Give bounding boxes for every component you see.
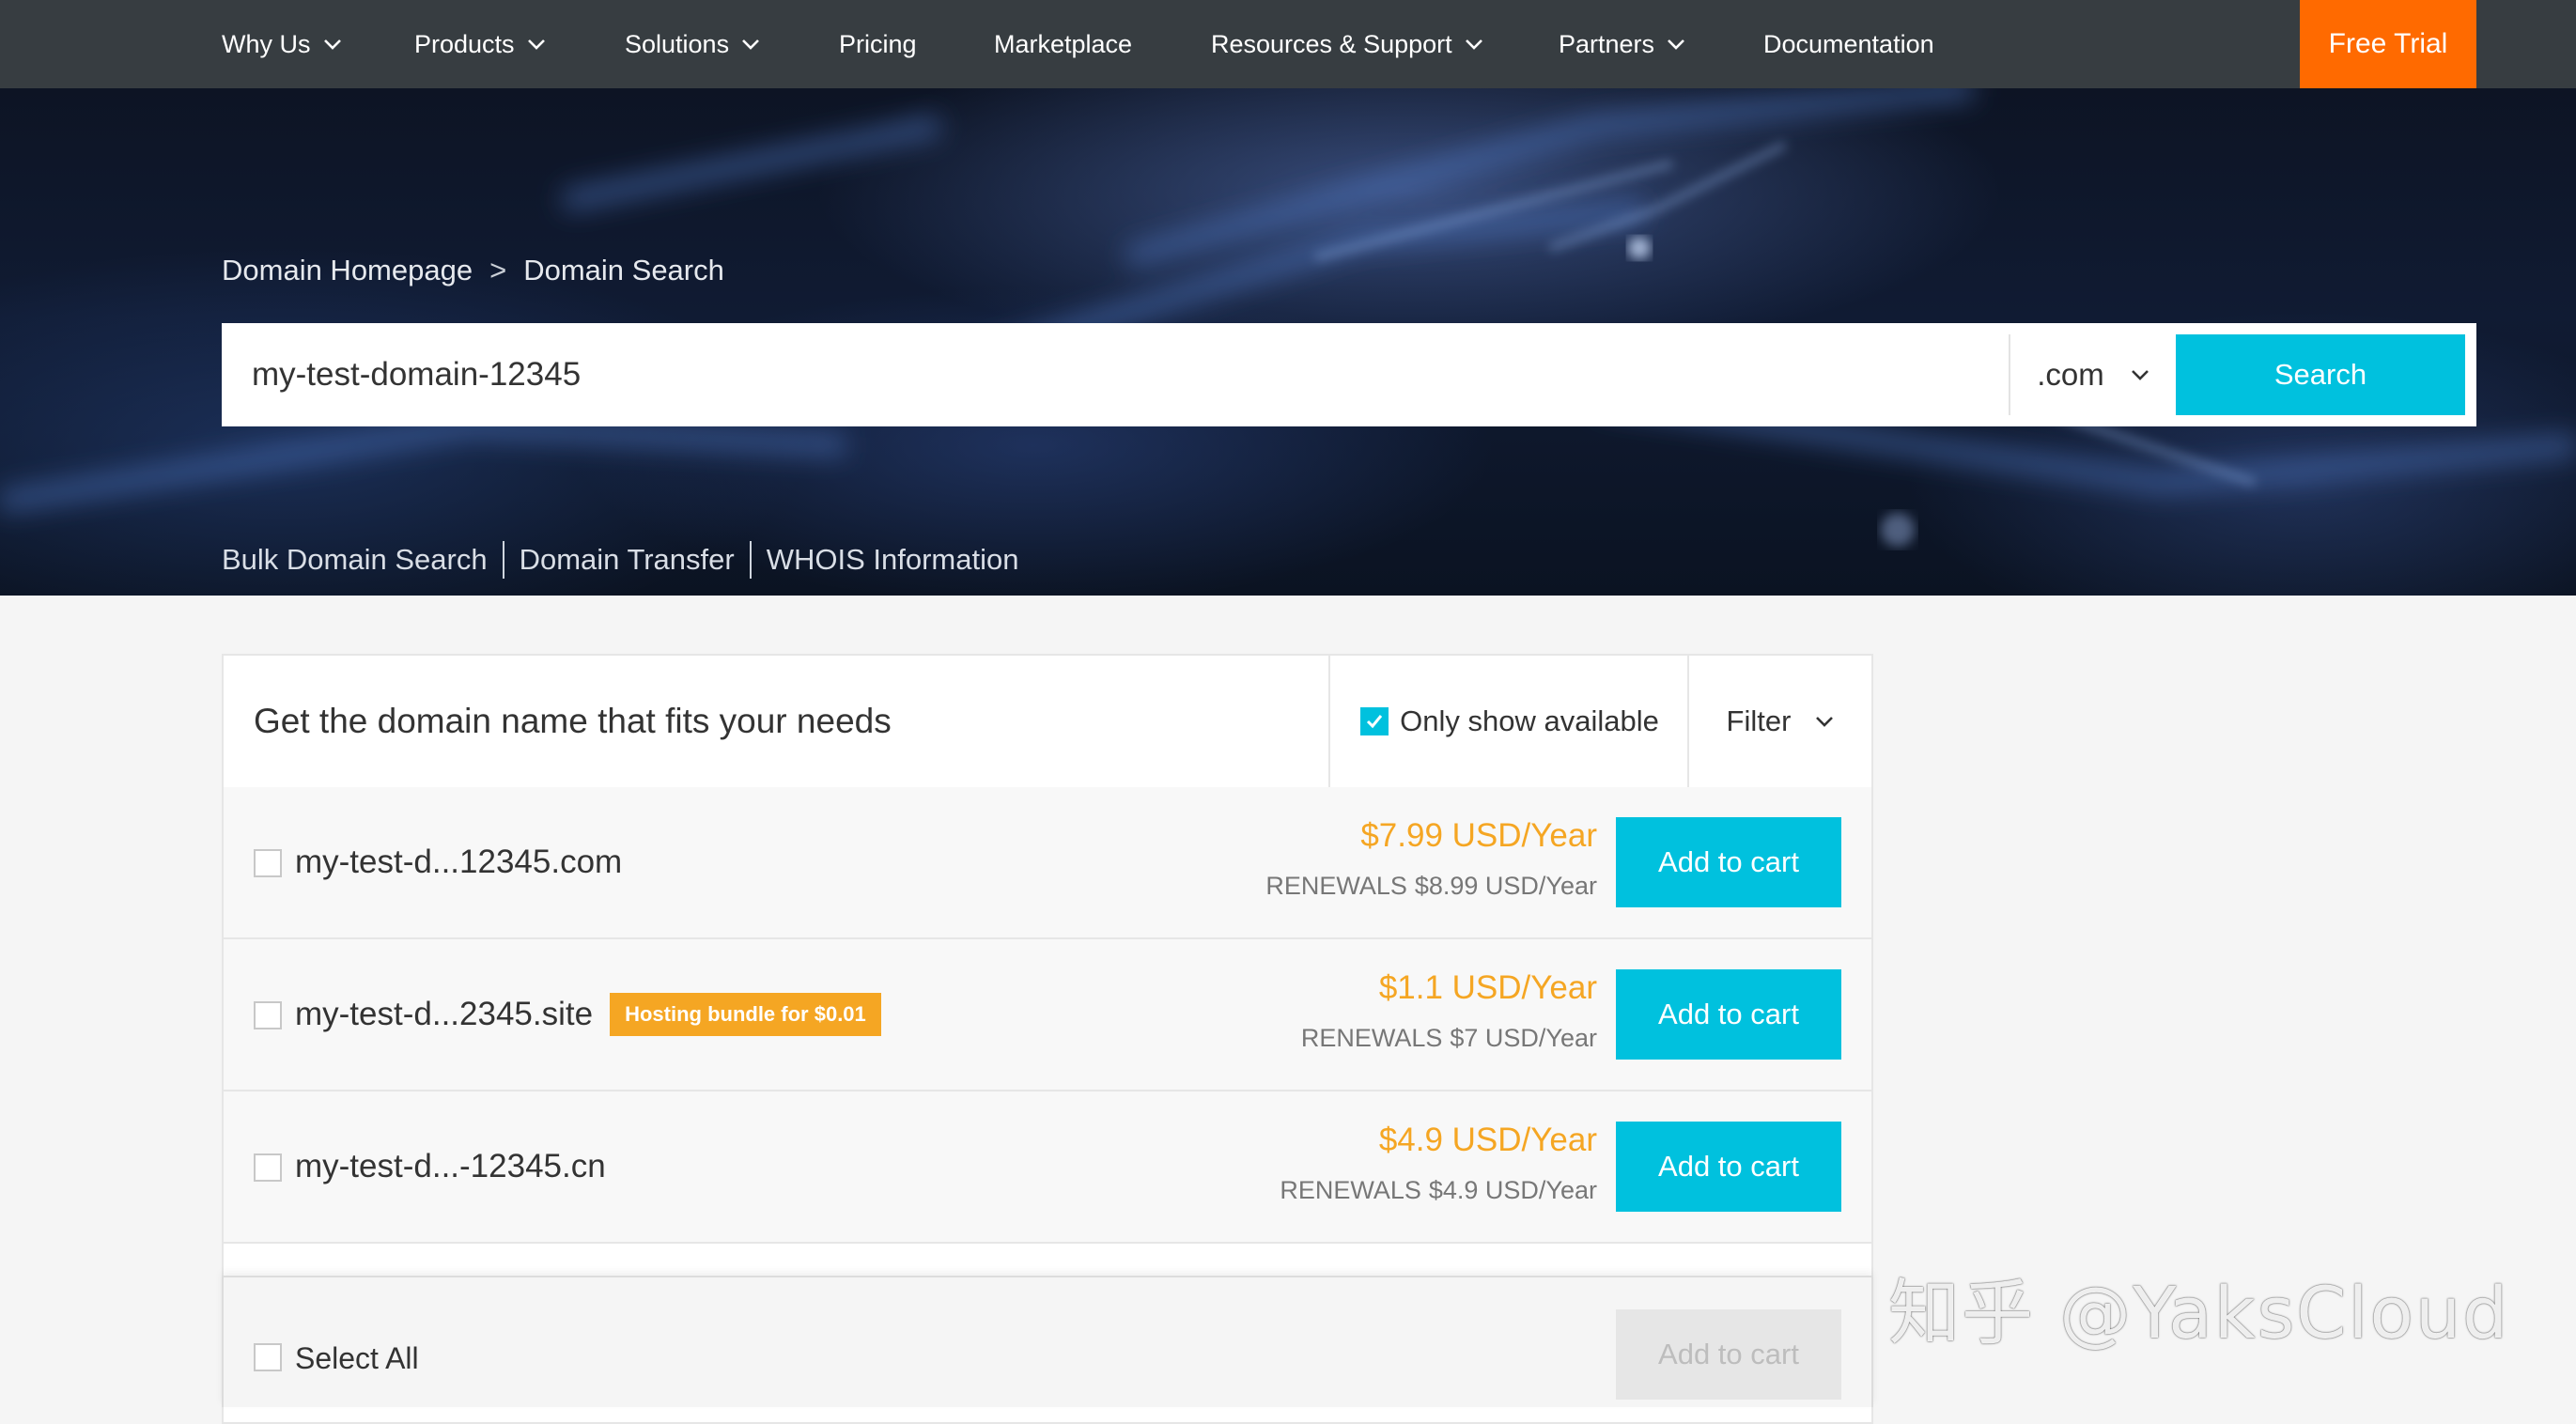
filter-label: Filter: [1727, 704, 1792, 738]
domain-select-checkbox[interactable]: [254, 1153, 282, 1182]
only-show-available-toggle[interactable]: Only show available: [1328, 656, 1689, 787]
search-button[interactable]: Search: [2176, 334, 2465, 415]
check-icon: [1364, 711, 1385, 732]
hosting-bundle-badge: Hosting bundle for $0.01: [610, 993, 881, 1036]
only-available-checkbox[interactable]: [1360, 707, 1389, 735]
chevron-down-icon: [1666, 34, 1686, 54]
domain-price: $4.9 USD/Year: [1379, 1122, 1597, 1159]
domain-result-row: my-test-d...2345.site Hosting bundle for…: [224, 939, 1871, 1091]
nav-marketplace-label: Marketplace: [994, 30, 1132, 59]
domain-result-row: my-test-d...12345.com $7.99 USD/Year REN…: [224, 787, 1871, 939]
renewal-price: RENEWALS $4.9 USD/Year: [1280, 1176, 1597, 1205]
select-all-checkbox[interactable]: [254, 1343, 282, 1371]
nav-why-us[interactable]: Why Us: [222, 0, 343, 88]
breadcrumb-separator: >: [489, 254, 506, 287]
chevron-down-icon: [1464, 34, 1484, 54]
nav-resources-support-label: Resources & Support: [1211, 30, 1452, 59]
link-divider: [750, 541, 752, 579]
domain-name: my-test-d...2345.site Hosting bundle for…: [295, 939, 881, 1090]
domain-price: $7.99 USD/Year: [1360, 817, 1597, 855]
nav-pricing[interactable]: Pricing: [839, 0, 917, 88]
select-all-label[interactable]: Select All: [295, 1341, 419, 1376]
nav-solutions-label: Solutions: [625, 30, 729, 59]
nav-why-us-label: Why Us: [222, 30, 311, 59]
domain-select-checkbox[interactable]: [254, 849, 282, 877]
renewal-price-value: $4.9 USD/Year: [1429, 1176, 1597, 1204]
domain-price: $1.1 USD/Year: [1379, 969, 1597, 1007]
search-sublinks: Bulk Domain Search Domain Transfer WHOIS…: [222, 541, 1018, 579]
tld-select-value: .com: [2037, 357, 2104, 393]
domain-search-box: .com Search: [222, 323, 2476, 426]
nav-marketplace[interactable]: Marketplace: [994, 0, 1132, 88]
renewal-price-value: $7 USD/Year: [1450, 1024, 1597, 1052]
domain-name-text: my-test-d...12345.com: [295, 844, 622, 881]
tld-select[interactable]: .com: [2009, 334, 2178, 415]
results-heading: Get the domain name that fits your needs: [254, 656, 892, 787]
add-to-cart-button[interactable]: Add to cart: [1616, 969, 1841, 1060]
domain-name-text: my-test-d...-12345.cn: [295, 1148, 606, 1185]
renewals-label: RENEWALS: [1265, 872, 1407, 900]
nav-pricing-label: Pricing: [839, 30, 917, 59]
link-divider: [503, 541, 504, 579]
nav-partners[interactable]: Partners: [1559, 0, 1686, 88]
add-to-cart-button[interactable]: Add to cart: [1616, 817, 1841, 907]
nav-resources-support[interactable]: Resources & Support: [1211, 0, 1484, 88]
renewal-price: RENEWALS $8.99 USD/Year: [1265, 872, 1597, 901]
renewals-label: RENEWALS: [1280, 1176, 1421, 1204]
chevron-down-icon: [740, 34, 761, 54]
only-available-label: Only show available: [1400, 704, 1659, 738]
add-selected-to-cart-button[interactable]: Add to cart: [1616, 1309, 1841, 1400]
domain-name-text: my-test-d...2345.site: [295, 996, 593, 1033]
nav-documentation-label: Documentation: [1763, 30, 1934, 59]
chevron-down-icon: [1813, 710, 1836, 733]
renewals-label: RENEWALS: [1301, 1024, 1443, 1052]
nav-products-label: Products: [414, 30, 515, 59]
nav-partners-label: Partners: [1559, 30, 1654, 59]
domain-search-input[interactable]: [222, 323, 2007, 426]
domain-name: my-test-d...-12345.cn: [295, 1091, 606, 1242]
results-header: Get the domain name that fits your needs…: [224, 656, 1871, 789]
top-navigation: Why Us Products Solutions Pricing Market…: [0, 0, 2576, 88]
breadcrumb: Domain Homepage > Domain Search: [222, 254, 724, 287]
domain-select-checkbox[interactable]: [254, 1001, 282, 1029]
domain-transfer-link[interactable]: Domain Transfer: [520, 543, 735, 577]
hero-banner: Domain Homepage > Domain Search .com Sea…: [0, 88, 2576, 596]
whois-information-link[interactable]: WHOIS Information: [767, 543, 1019, 577]
watermark-text: 知乎 @YaksCloud: [1888, 1255, 2509, 1358]
chevron-down-icon: [2129, 364, 2151, 386]
chevron-down-icon: [322, 34, 343, 54]
renewal-price: RENEWALS$7 USD/Year: [1301, 1024, 1597, 1053]
domain-result-row: my-test-d...-12345.cn $4.9 USD/Year RENE…: [224, 1091, 1871, 1244]
breadcrumb-home-link[interactable]: Domain Homepage: [222, 254, 473, 287]
domain-name: my-test-d...12345.com: [295, 787, 622, 937]
filter-dropdown[interactable]: Filter: [1687, 656, 1873, 787]
add-to-cart-button[interactable]: Add to cart: [1616, 1122, 1841, 1212]
select-all-bar: Select All Add to cart: [222, 1276, 1873, 1407]
nav-documentation[interactable]: Documentation: [1763, 0, 1934, 88]
nav-solutions[interactable]: Solutions: [625, 0, 761, 88]
bulk-domain-search-link[interactable]: Bulk Domain Search: [222, 543, 488, 577]
chevron-down-icon: [526, 34, 547, 54]
nav-products[interactable]: Products: [414, 0, 547, 88]
renewal-price-value: $8.99 USD/Year: [1415, 872, 1597, 900]
free-trial-button[interactable]: Free Trial: [2300, 0, 2476, 88]
breadcrumb-current: Domain Search: [523, 254, 724, 287]
